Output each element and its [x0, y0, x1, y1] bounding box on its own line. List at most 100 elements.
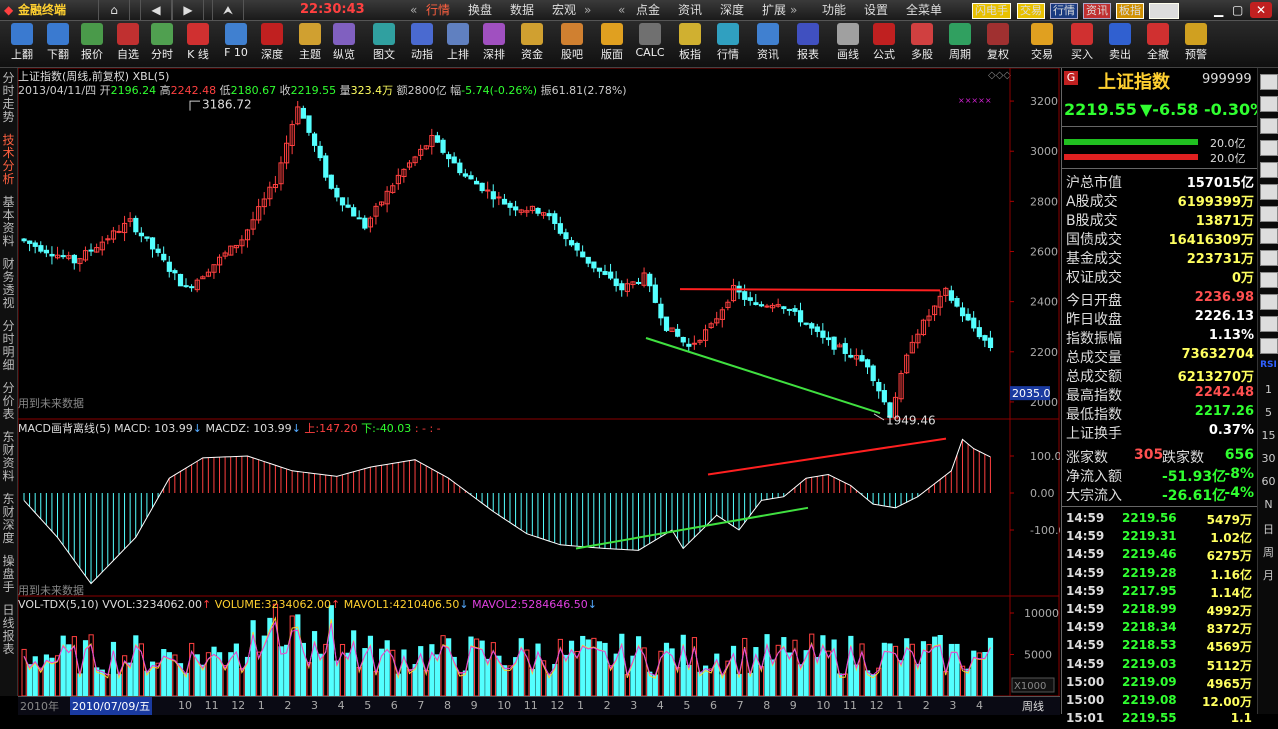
left-tab-9[interactable]: 日线报表 [0, 604, 17, 656]
period-option[interactable]: 日 [1260, 521, 1277, 537]
strip-tool-icon[interactable] [1260, 206, 1278, 222]
menu-news[interactable]: 资讯 [678, 0, 702, 20]
trade-button[interactable]: 交易 [1017, 3, 1045, 19]
dde-button[interactable]: DDE [1149, 3, 1179, 19]
toolbar-icon [225, 23, 247, 45]
strip-tool-icon[interactable] [1260, 272, 1278, 288]
strip-tool-icon[interactable] [1260, 250, 1278, 266]
period-option[interactable]: 15 [1260, 429, 1277, 442]
toolbar-button-14[interactable]: 资金 [514, 23, 550, 65]
toolbar-button-23[interactable]: 公式 [866, 23, 902, 65]
menu-market[interactable]: 行情 [426, 0, 450, 20]
collapse-icon[interactable]: ⮝ [212, 0, 244, 20]
menu-settings[interactable]: 设置 [864, 0, 888, 20]
toolbar-button-10[interactable]: 图文 [366, 23, 402, 65]
left-tab-4[interactable]: 分时明细 [0, 320, 17, 372]
left-tab-2[interactable]: 基本资料 [0, 196, 17, 248]
double-left-icon[interactable]: « [410, 0, 417, 20]
close-icon[interactable]: ✕ [1250, 2, 1272, 18]
strip-tool-icon[interactable] [1260, 74, 1278, 90]
extend-arrow-icon[interactable]: » [790, 0, 797, 20]
toolbar-button-11[interactable]: 动指 [404, 23, 440, 65]
toolbar-button-3[interactable]: 自选 [110, 23, 146, 65]
toolbar-button-6[interactable]: F 10 [218, 23, 254, 65]
news-button[interactable]: 资讯 [1083, 3, 1111, 19]
period-option[interactable]: 周 [1260, 544, 1277, 560]
toolbar-button-0[interactable]: 上翻 [4, 23, 40, 65]
left-tab-5[interactable]: 分价表 [0, 382, 17, 421]
chart-area[interactable]: 上证指数(周线,前复权) XBL(5) 2013/04/11/四 开2196.2… [18, 68, 1060, 696]
toolbar-button-4[interactable]: 分时 [144, 23, 180, 65]
menu-depth[interactable]: 深度 [720, 0, 744, 20]
strip-tool-icon[interactable] [1260, 140, 1278, 156]
toolbar-button-30[interactable]: 全撤 [1140, 23, 1176, 65]
strip-tool-icon[interactable] [1260, 294, 1278, 310]
toolbar-button-21[interactable]: 报表 [790, 23, 826, 65]
board-index-button[interactable]: 板指 [1116, 3, 1144, 19]
menu-data[interactable]: 数据 [510, 0, 534, 20]
menu-all[interactable]: 全菜单 [906, 0, 942, 20]
toolbar-button-9[interactable]: 纵览 [326, 23, 362, 65]
toolbar-button-1[interactable]: 下翻 [40, 23, 76, 65]
toolbar-button-17[interactable]: CALC [632, 23, 668, 65]
toolbar-button-12[interactable]: 上排 [440, 23, 476, 65]
maximize-icon[interactable]: ▢ [1232, 0, 1243, 20]
toolbar-button-16[interactable]: 版面 [594, 23, 630, 65]
menu-macro[interactable]: 宏观 [552, 0, 576, 20]
left-tab-7[interactable]: 东财深度 [0, 493, 17, 545]
toolbar-button-5[interactable]: K 线 [180, 23, 216, 65]
strip-tool-icon[interactable] [1260, 96, 1278, 112]
toolbar-button-29[interactable]: 卖出 [1102, 23, 1138, 65]
toolbar-button-13[interactable]: 深排 [476, 23, 512, 65]
period-option[interactable]: RSI [1260, 360, 1277, 370]
strip-tool-icon[interactable] [1260, 316, 1278, 332]
home-icon[interactable]: ⌂ [98, 0, 130, 20]
quote-button[interactable]: 行情 [1050, 3, 1078, 19]
strip-tool-icon[interactable] [1260, 184, 1278, 200]
strip-tool-icon[interactable] [1260, 118, 1278, 134]
toolbar-button-20[interactable]: 资讯 [750, 23, 786, 65]
candle-body [608, 271, 614, 279]
toolbar-button-24[interactable]: 多股 [904, 23, 940, 65]
toolbar-button-28[interactable]: 买入 [1064, 23, 1100, 65]
left-tab-8[interactable]: 操盘手 [0, 555, 17, 594]
toolbar-button-2[interactable]: 报价 [74, 23, 110, 65]
menu-function[interactable]: 功能 [822, 0, 846, 20]
period-option[interactable]: N [1260, 498, 1277, 511]
forward-icon[interactable]: ▶ [172, 0, 204, 20]
period-option[interactable]: 月 [1260, 567, 1277, 583]
toolbar-button-25[interactable]: 周期 [942, 23, 978, 65]
toolbar-button-31[interactable]: 预警 [1178, 23, 1214, 65]
period-label[interactable]: 周线 [1022, 698, 1044, 714]
toolbar-button-26[interactable]: 复权 [980, 23, 1016, 65]
strip-tool-icon[interactable] [1260, 338, 1278, 354]
toolbar-button-27[interactable]: 交易 [1024, 23, 1060, 65]
period-option[interactable]: 30 [1260, 452, 1277, 465]
toolbar-button-7[interactable]: 深度 [254, 23, 290, 65]
toolbar-button-18[interactable]: 板指 [672, 23, 708, 65]
menu-swap[interactable]: 换盘 [468, 0, 492, 20]
period-option[interactable]: 1 [1260, 383, 1277, 396]
left-tab-0[interactable]: 分时走势 [0, 72, 17, 124]
toolbar-button-22[interactable]: 画线 [830, 23, 866, 65]
left-tab-6[interactable]: 东财资料 [0, 431, 17, 483]
menu-extend[interactable]: 扩展 [762, 0, 786, 20]
toolbar-button-15[interactable]: 股吧 [554, 23, 590, 65]
toolbar-label: 全撤 [1147, 48, 1169, 61]
strip-tool-icon[interactable] [1260, 228, 1278, 244]
more-icon[interactable]: » [584, 0, 591, 20]
left-tab-3[interactable]: 财务透视 [0, 258, 17, 310]
toolbar-button-8[interactable]: 主题 [292, 23, 328, 65]
flash-trade-button[interactable]: 闪电手 [972, 3, 1011, 19]
minimize-icon[interactable]: ▁ [1214, 0, 1223, 20]
period-option[interactable]: 5 [1260, 406, 1277, 419]
back-icon[interactable]: ◀ [140, 0, 172, 20]
candle-body [485, 189, 491, 192]
month-tick: 7 [736, 699, 744, 712]
toolbar-button-19[interactable]: 行情 [710, 23, 746, 65]
menu-dianjin[interactable]: 点金 [636, 0, 660, 20]
prev-menu-icon[interactable]: « [618, 0, 625, 20]
left-tab-1[interactable]: 技术分析 [0, 134, 17, 186]
strip-tool-icon[interactable] [1260, 162, 1278, 178]
period-option[interactable]: 60 [1260, 475, 1277, 488]
